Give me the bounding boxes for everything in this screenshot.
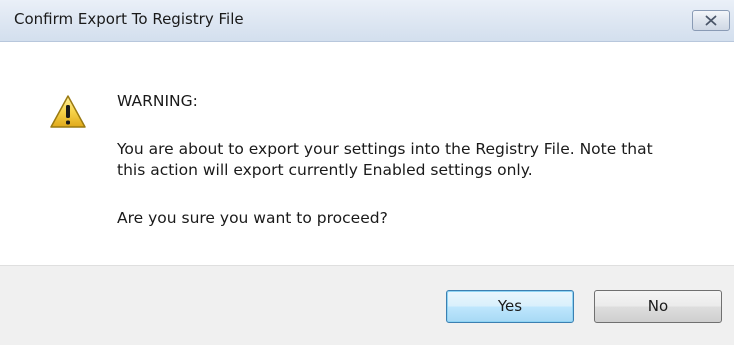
confirm-export-dialog: Confirm Export To Registry File WARNING:… — [0, 0, 734, 345]
no-button[interactable]: No — [594, 290, 722, 323]
warning-icon — [49, 94, 87, 130]
button-bar: Yes No — [0, 265, 734, 345]
close-icon — [705, 15, 717, 26]
message-body-line-2: this action will export currently Enable… — [117, 161, 533, 179]
message-body-line-1: You are about to export your settings in… — [117, 140, 653, 158]
window-title: Confirm Export To Registry File — [14, 10, 244, 28]
close-button[interactable] — [692, 10, 730, 31]
title-bar[interactable]: Confirm Export To Registry File — [0, 0, 734, 42]
message-area: WARNING: You are about to export your se… — [0, 42, 734, 265]
warning-heading: WARNING: — [117, 92, 198, 110]
confirmation-question: Are you sure you want to proceed? — [117, 209, 388, 227]
yes-button[interactable]: Yes — [446, 290, 574, 323]
